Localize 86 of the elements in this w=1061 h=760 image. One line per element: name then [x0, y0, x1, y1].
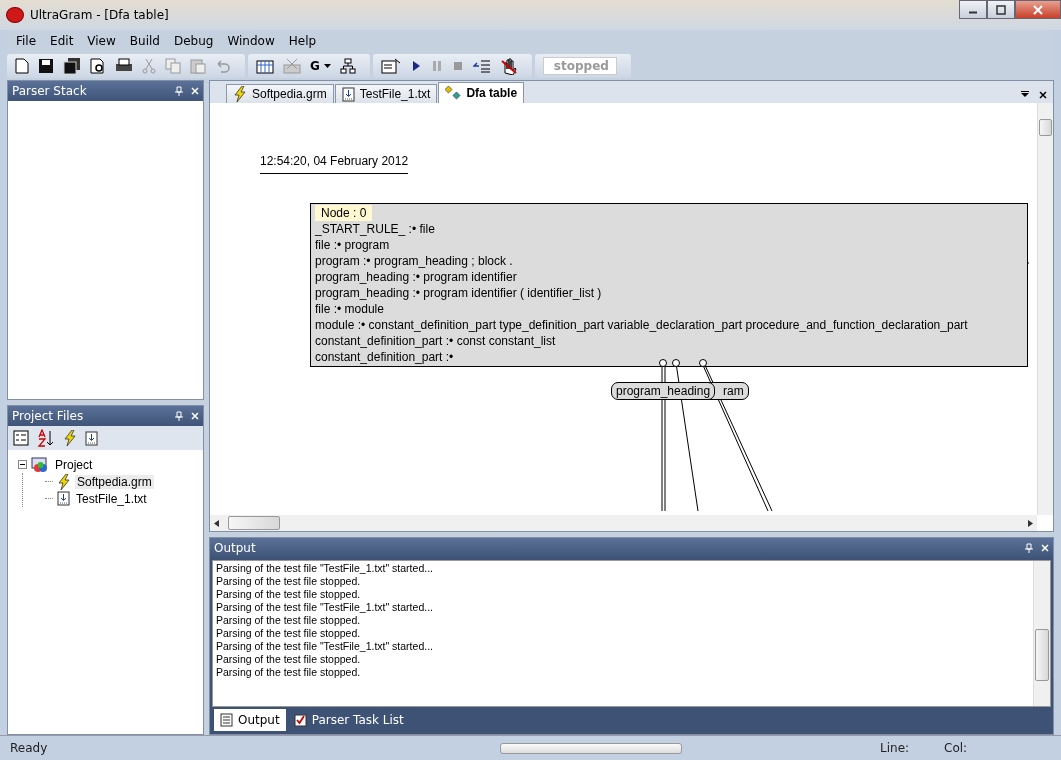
- log-line: Parsing of the test file "TestFile_1.txt" started...: [216, 601, 434, 614]
- panel-tab[interactable]: Output: [214, 709, 286, 731]
- diagram-icon: [445, 86, 462, 100]
- checklist-icon: [293, 713, 307, 727]
- tree-item[interactable]: TestFile_1.txt: [74, 491, 149, 506]
- node-rule: file :• module: [315, 301, 384, 317]
- menu-item[interactable]: Help: [281, 34, 324, 48]
- menu-item[interactable]: View: [80, 34, 123, 48]
- line-indicator: Line:: [880, 741, 911, 755]
- vertical-scrollbar[interactable]: [1037, 103, 1053, 515]
- table-icon[interactable]: [256, 58, 274, 74]
- horizontal-scrollbar[interactable]: [210, 515, 1037, 531]
- document-tab[interactable]: Dfa table: [438, 82, 525, 103]
- node-title: Node : 0: [315, 205, 373, 221]
- scroll-thumb[interactable]: [228, 516, 280, 530]
- tree-item[interactable]: Project: [53, 457, 95, 472]
- app-logo-icon: [6, 7, 24, 23]
- tree-item[interactable]: Softpedia.grm: [75, 474, 154, 489]
- dropdown-icon[interactable]: [1021, 91, 1029, 97]
- vertical-scrollbar[interactable]: [1033, 561, 1050, 706]
- new-file-icon[interactable]: [15, 58, 29, 74]
- node-rule: module :• constant_definition_part type_definition_part variable_declaration_part procedure_and_function_declaration_part: [315, 317, 968, 333]
- save-icon[interactable]: [38, 58, 54, 74]
- maximize-button[interactable]: [987, 0, 1015, 19]
- document-tab[interactable]: TestFile_1.txt: [334, 84, 438, 103]
- close-button[interactable]: [1015, 0, 1061, 19]
- hierarchy-icon[interactable]: [339, 58, 356, 74]
- minimize-icon: [968, 11, 978, 14]
- node-rule: file :• program: [315, 237, 390, 253]
- bolt-icon: [233, 86, 247, 102]
- scroll-right-icon[interactable]: [1028, 519, 1033, 527]
- maximize-icon: [996, 4, 1006, 15]
- log-line: Parsing of the test file stopped.: [216, 627, 362, 640]
- save-all-icon[interactable]: [63, 58, 81, 74]
- panel-tab[interactable]: Parser Task List: [287, 709, 410, 731]
- node-rule: program :• program_heading ; block .: [315, 253, 513, 269]
- settings-icon[interactable]: [380, 58, 401, 74]
- log-line: Parsing of the test file stopped.: [216, 614, 362, 627]
- bolt-icon: [63, 430, 77, 446]
- node-rule: constant_definition_part :• const constant_list: [315, 333, 556, 349]
- window-title: UltraGram - [Dfa table]: [30, 8, 170, 22]
- status-text: Ready: [9, 741, 49, 755]
- log-line: Parsing of the test file "TestFile_1.txt" started...: [216, 562, 434, 575]
- timestamp: 12:54:20, 04 February 2012: [260, 154, 409, 174]
- list-icon: [220, 713, 233, 727]
- parser-state-field: stopped: [542, 57, 617, 75]
- print-preview-icon[interactable]: [90, 58, 106, 74]
- log-line: Parsing of the test file "TestFile_1.txt" started...: [216, 640, 434, 653]
- minimize-button[interactable]: [959, 0, 987, 19]
- node-rule: program_heading :• program identifier ( identifier_list ): [315, 285, 602, 301]
- menu-item[interactable]: Edit: [43, 34, 81, 48]
- printer-icon[interactable]: [115, 58, 133, 74]
- bolt-icon: [57, 473, 71, 490]
- build-dropdown[interactable]: G: [310, 59, 331, 73]
- scroll-left-icon[interactable]: [214, 519, 219, 527]
- properties-icon[interactable]: [13, 430, 29, 446]
- document-tab[interactable]: Softpedia.grm: [226, 84, 334, 103]
- pin-icon[interactable]: [1025, 543, 1033, 553]
- close-icon: [1033, 4, 1043, 15]
- column-indicator: Col:: [944, 741, 969, 755]
- document-icon: [85, 430, 98, 446]
- step-icon[interactable]: [472, 58, 491, 74]
- menu-item[interactable]: Window: [220, 34, 282, 48]
- pin-icon[interactable]: [175, 411, 183, 421]
- document-icon: [57, 491, 70, 506]
- collapse-toggle[interactable]: [18, 460, 27, 469]
- hand-icon[interactable]: [499, 57, 518, 75]
- panel-title: Project Files: [12, 409, 84, 423]
- menu-item[interactable]: Debug: [166, 34, 221, 48]
- close-icon[interactable]: [1039, 91, 1047, 99]
- menu-item[interactable]: Build: [122, 34, 167, 48]
- panel-title: Parser Stack: [12, 84, 87, 98]
- node-rule: program_heading :• program identifier: [315, 269, 517, 285]
- node-rule: constant_definition_part :•: [315, 349, 454, 365]
- menu-item[interactable]: File: [9, 34, 44, 48]
- project-icon: [31, 456, 49, 473]
- pin-icon[interactable]: [175, 86, 183, 96]
- node-rule: _START_RULE_ :• file: [315, 221, 435, 237]
- sort-icon[interactable]: [37, 429, 55, 447]
- log-line: Parsing of the test file stopped.: [216, 653, 362, 666]
- caret-icon: [323, 64, 331, 68]
- log-line: Parsing of the test file stopped.: [216, 588, 362, 601]
- edge-label: program_heading: [611, 382, 716, 400]
- log-line: Parsing of the test file stopped.: [216, 666, 362, 679]
- log-line: Parsing of the test file stopped.: [216, 575, 362, 588]
- panel-title: Output: [214, 541, 256, 555]
